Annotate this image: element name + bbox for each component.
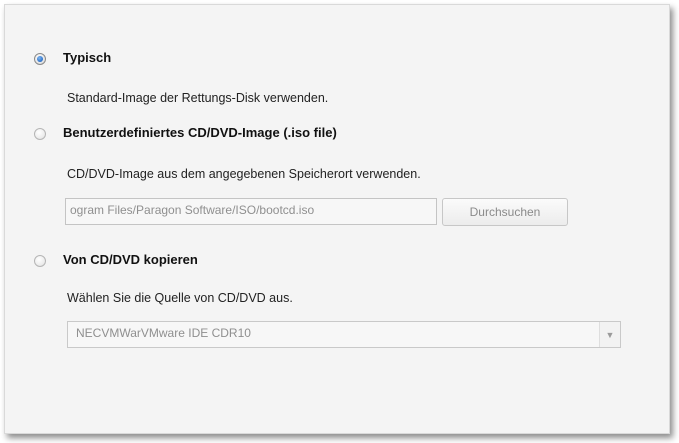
radio-copy-cd[interactable] <box>34 255 46 267</box>
option-custom-iso[interactable]: Benutzerdefiniertes CD/DVD-Image (.iso f… <box>31 123 491 143</box>
option-typical[interactable]: Typisch <box>31 49 231 69</box>
chevron-down-icon[interactable]: ▼ <box>599 322 620 347</box>
option-custom-iso-description: CD/DVD-Image aus dem angegebenen Speiche… <box>67 167 421 181</box>
option-custom-iso-label[interactable]: Benutzerdefiniertes CD/DVD-Image (.iso f… <box>63 125 337 140</box>
option-copy-cd-label[interactable]: Von CD/DVD kopieren <box>63 252 198 267</box>
radio-typical[interactable] <box>34 53 46 65</box>
options-panel: Typisch Standard-Image der Rettungs-Disk… <box>4 4 670 434</box>
option-typical-label[interactable]: Typisch <box>63 50 111 65</box>
browse-button[interactable]: Durchsuchen <box>442 198 568 226</box>
option-copy-cd[interactable]: Von CD/DVD kopieren <box>31 249 291 269</box>
option-copy-cd-description: Wählen Sie die Quelle von CD/DVD aus. <box>67 291 293 305</box>
drive-select-value: NECVMWarVMware IDE CDR10 <box>76 326 251 340</box>
drive-select[interactable]: NECVMWarVMware IDE CDR10 ▼ <box>67 321 621 348</box>
iso-path-input[interactable]: ogram Files/Paragon Software/ISO/bootcd.… <box>65 198 437 225</box>
radio-custom-iso[interactable] <box>34 128 46 140</box>
option-typical-description: Standard-Image der Rettungs-Disk verwend… <box>67 91 329 105</box>
